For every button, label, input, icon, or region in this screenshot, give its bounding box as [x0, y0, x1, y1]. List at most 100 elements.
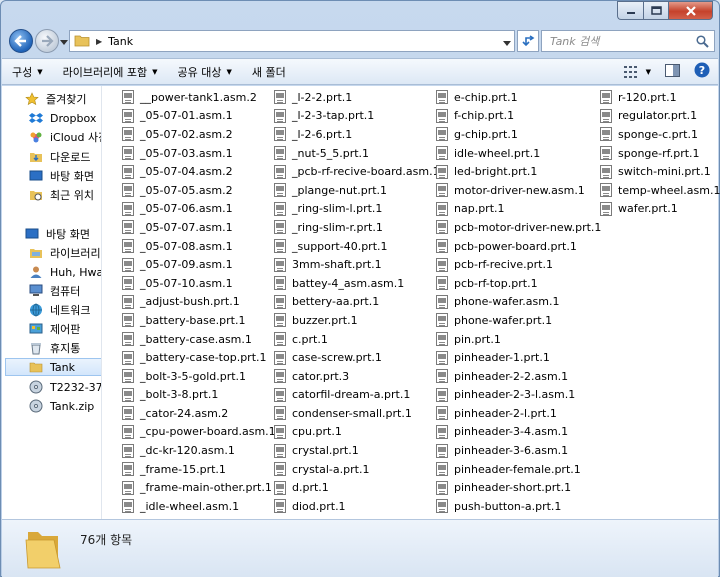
view-options-button[interactable]: ▼ [623, 65, 651, 78]
file-item[interactable]: _05-07-10.asm.1 [122, 274, 276, 293]
preview-pane-button[interactable] [665, 63, 680, 80]
file-item[interactable]: nap.prt.1 [436, 200, 601, 219]
file-item[interactable]: crystal-a.prt.1 [274, 460, 440, 479]
file-item[interactable]: phone-wafer.prt.1 [436, 311, 601, 330]
sidebar-item-favorites[interactable]: 즐겨찾기 [24, 90, 101, 108]
breadcrumb-tank[interactable]: Tank [108, 35, 133, 48]
file-item[interactable]: _nut-5_5.prt.1 [274, 144, 440, 163]
file-item[interactable]: _idle-wheel.asm.1 [122, 497, 276, 516]
organize-button[interactable]: 구성 ▼ [2, 59, 53, 84]
sidebar-item-recent[interactable]: 최근 위치 [28, 186, 101, 204]
file-item[interactable]: switch-mini.prt.1 [600, 162, 720, 181]
file-item[interactable]: sponge-c.prt.1 [600, 125, 720, 144]
file-item[interactable]: buzzer.prt.1 [274, 311, 440, 330]
file-item[interactable]: 3mm-shaft.prt.1 [274, 255, 440, 274]
back-button[interactable] [9, 29, 33, 53]
file-item[interactable]: _l-2-2.prt.1 [274, 88, 440, 107]
file-item[interactable]: r-120.prt.1 [600, 88, 720, 107]
sidebar-item-libraries[interactable]: 라이브러리 [28, 244, 101, 262]
file-item[interactable]: _05-07-04.asm.2 [122, 162, 276, 181]
file-item[interactable]: _ring-slim-l.prt.1 [274, 200, 440, 219]
file-item[interactable]: _frame-15.prt.1 [122, 460, 276, 479]
refresh-button[interactable] [517, 30, 539, 52]
new-folder-button[interactable]: 새 폴더 [242, 59, 296, 84]
file-item[interactable]: _ring-slim-r.prt.1 [274, 218, 440, 237]
file-item[interactable]: sponge-rf.prt.1 [600, 144, 720, 163]
file-item[interactable]: _dc-kr-120.asm.1 [122, 441, 276, 460]
share-button[interactable]: 공유 대상 ▼ [168, 59, 242, 84]
file-item[interactable]: pinheader-3-4.asm.1 [436, 423, 601, 442]
sidebar-item-zip[interactable]: Tank.zip [28, 397, 101, 415]
file-item[interactable]: temp-wheel.asm.1 [600, 181, 720, 200]
search-input[interactable]: Tank 검색 [542, 33, 696, 49]
file-item[interactable]: pinheader-2-3-l.asm.1 [436, 386, 601, 405]
file-item[interactable]: _plange-nut.prt.1 [274, 181, 440, 200]
file-item[interactable]: led-bright.prt.1 [436, 162, 601, 181]
file-item[interactable]: _05-07-02.asm.2 [122, 125, 276, 144]
close-button[interactable] [669, 1, 713, 20]
file-item[interactable]: c.prt.1 [274, 330, 440, 349]
address-dropdown[interactable] [503, 37, 511, 50]
file-item[interactable]: cator.prt.3 [274, 367, 440, 386]
file-item[interactable]: g-chip.prt.1 [436, 125, 601, 144]
minimize-button[interactable] [617, 1, 643, 20]
sidebar-item-tank[interactable]: Tank [5, 358, 101, 376]
file-item[interactable]: _05-07-03.asm.1 [122, 144, 276, 163]
file-item[interactable]: _support-40.prt.1 [274, 237, 440, 256]
file-item[interactable]: _05-07-06.asm.1 [122, 200, 276, 219]
file-item[interactable]: motor-driver-new.asm.1 [436, 181, 601, 200]
file-item[interactable]: _battery-case.asm.1 [122, 330, 276, 349]
file-item[interactable]: pinheader-1.prt.1 [436, 348, 601, 367]
sidebar-item-user[interactable]: Huh, Hwan [28, 263, 101, 281]
sidebar-item-recycle-bin[interactable]: 휴지통 [28, 339, 101, 357]
recent-pages-dropdown[interactable] [60, 36, 68, 49]
sidebar-item-desktop-root[interactable]: 바탕 화면 [24, 225, 101, 243]
sidebar-item-icloud[interactable]: iCloud 사진 [28, 128, 101, 146]
file-item[interactable]: case-screw.prt.1 [274, 348, 440, 367]
file-item[interactable]: pcb-rf-top.prt.1 [436, 274, 601, 293]
file-item[interactable]: wafer.prt.1 [600, 200, 720, 219]
file-item[interactable]: _cator-24.asm.2 [122, 404, 276, 423]
file-item[interactable]: push-button-a.prt.1 [436, 497, 601, 516]
file-item[interactable]: idle-wheel.prt.1 [436, 144, 601, 163]
file-item[interactable]: crystal.prt.1 [274, 441, 440, 460]
file-item[interactable]: battey-4_asm.asm.1 [274, 274, 440, 293]
forward-button[interactable] [35, 29, 59, 53]
file-item[interactable]: phone-wafer.asm.1 [436, 293, 601, 312]
file-item[interactable]: f-chip.prt.1 [436, 107, 601, 126]
file-item[interactable]: pcb-power-board.prt.1 [436, 237, 601, 256]
sidebar-item-dropbox[interactable]: Dropbox [28, 109, 101, 127]
file-item[interactable]: pinheader-short.prt.1 [436, 478, 601, 497]
file-item[interactable]: bettery-aa.prt.1 [274, 293, 440, 312]
sidebar-item-disc[interactable]: T2232-370- [28, 378, 101, 396]
file-item[interactable]: pinheader-2-l.prt.1 [436, 404, 601, 423]
file-item[interactable]: condenser-small.prt.1 [274, 404, 440, 423]
sidebar-item-computer[interactable]: 컴퓨터 [28, 282, 101, 300]
file-item[interactable]: e-chip.prt.1 [436, 88, 601, 107]
include-library-button[interactable]: 라이브러리에 포함 ▼ [53, 59, 168, 84]
sidebar-item-control-panel[interactable]: 제어판 [28, 320, 101, 338]
file-item[interactable]: _05-07-01.asm.1 [122, 107, 276, 126]
file-item[interactable]: pinheader-3-6.asm.1 [436, 441, 601, 460]
file-item[interactable]: _adjust-bush.prt.1 [122, 293, 276, 312]
file-item[interactable]: _05-07-09.asm.1 [122, 255, 276, 274]
file-item[interactable]: _battery-base.prt.1 [122, 311, 276, 330]
sidebar-item-downloads[interactable]: 다운로드 [28, 148, 101, 166]
file-item[interactable]: _05-07-05.asm.2 [122, 181, 276, 200]
file-item[interactable]: _pcb-rf-recive-board.asm.1 [274, 162, 440, 181]
file-item[interactable]: cpu.prt.1 [274, 423, 440, 442]
file-item[interactable]: _05-07-08.asm.1 [122, 237, 276, 256]
file-item[interactable]: diod.prt.1 [274, 497, 440, 516]
address-bar[interactable]: ▶ Tank [69, 30, 515, 52]
file-item[interactable]: pin.prt.1 [436, 330, 601, 349]
file-item[interactable]: _frame-main-other.prt.1 [122, 478, 276, 497]
file-item[interactable]: _05-07-07.asm.1 [122, 218, 276, 237]
file-item[interactable]: _l-2-6.prt.1 [274, 125, 440, 144]
file-item[interactable]: pinheader-2-2.asm.1 [436, 367, 601, 386]
help-button[interactable]: ? [694, 62, 710, 81]
file-item[interactable]: pcb-motor-driver-new.prt.1 [436, 218, 601, 237]
sidebar-item-desktop[interactable]: 바탕 화면 [28, 167, 101, 185]
file-item[interactable]: pcb-rf-recive.prt.1 [436, 255, 601, 274]
file-item[interactable]: _bolt-3-8.prt.1 [122, 386, 276, 405]
file-item[interactable]: regulator.prt.1 [600, 107, 720, 126]
